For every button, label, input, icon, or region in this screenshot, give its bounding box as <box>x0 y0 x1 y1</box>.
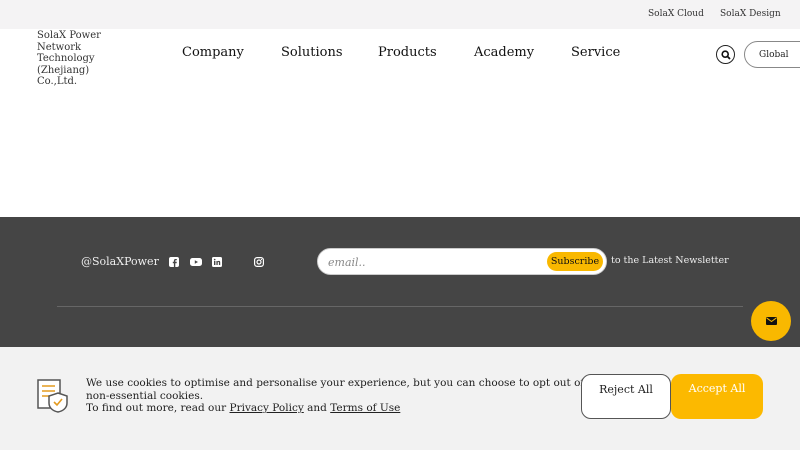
cookie-message: We use cookies to optimise and personali… <box>86 377 586 415</box>
solax-design-link[interactable]: SolaX Design <box>720 9 781 19</box>
youtube-icon[interactable] <box>190 257 202 267</box>
region-selector-button[interactable]: Global <box>744 41 800 68</box>
search-button[interactable] <box>716 45 735 64</box>
footer-divider <box>57 306 743 307</box>
facebook-icon[interactable] <box>169 257 179 267</box>
newsletter-caption: to the Latest Newsletter <box>611 255 729 266</box>
contact-mail-button[interactable] <box>751 301 791 341</box>
cookie-and-text: and <box>307 402 327 414</box>
footer-band: @SolaXPower email.. Subscribe to the Lat… <box>0 217 800 347</box>
instagram-icon[interactable] <box>254 257 264 267</box>
social-handle: @SolaXPower <box>81 255 159 268</box>
nav-item-products[interactable]: Products <box>378 45 437 60</box>
privacy-policy-link[interactable]: Privacy Policy <box>230 402 304 414</box>
nav-item-company[interactable]: Company <box>182 45 244 60</box>
nav-item-service[interactable]: Service <box>571 45 620 60</box>
cookie-message-line1: We use cookies to optimise and personali… <box>86 377 585 402</box>
solax-cloud-link[interactable]: SolaX Cloud <box>648 9 704 19</box>
terms-of-use-link[interactable]: Terms of Use <box>330 402 400 414</box>
accept-all-button[interactable]: Accept All <box>671 374 763 419</box>
company-logo-text[interactable]: SolaX Power Network Technology (Zhejiang… <box>37 30 107 88</box>
search-icon <box>720 49 731 60</box>
linkedin-icon[interactable] <box>212 257 222 267</box>
reject-all-button[interactable]: Reject All <box>581 374 671 419</box>
newsletter-email-input[interactable]: email.. Subscribe <box>317 248 607 275</box>
cookie-consent-banner: We use cookies to optimise and personali… <box>0 347 800 450</box>
cookie-message-prefix: To find out more, read our <box>86 402 227 414</box>
top-utility-bar: SolaX Cloud SolaX Design <box>0 0 800 29</box>
privacy-shield-icon <box>37 379 68 413</box>
nav-item-solutions[interactable]: Solutions <box>281 45 343 60</box>
nav-item-academy[interactable]: Academy <box>474 45 534 60</box>
subscribe-button[interactable]: Subscribe <box>547 252 603 271</box>
email-placeholder: email.. <box>328 256 366 269</box>
envelope-icon <box>765 317 777 325</box>
